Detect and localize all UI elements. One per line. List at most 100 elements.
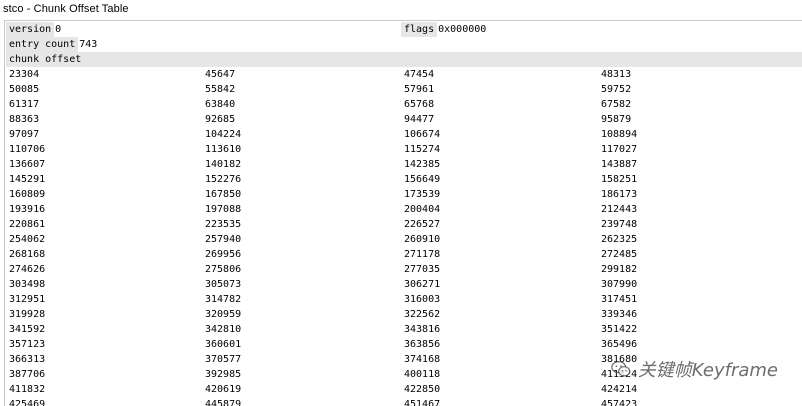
chunk-offset-cell: 117027 [601, 144, 638, 155]
chunk-offset-table-panel: version 0 flags 0x000000 entry count 743 ch… [4, 20, 802, 406]
table-row: 50085 55842 57961 59752 [5, 82, 802, 97]
table-row: 319928 320959 322562 339346 [5, 307, 802, 322]
chunk-offset-cell: 220861 [9, 219, 46, 230]
chunk-offset-cell: 115274 [404, 144, 441, 155]
chunk-offset-cell: 457423 [601, 399, 638, 406]
chunk-offset-cell: 299182 [601, 264, 638, 275]
chunk-offset-cell: 387706 [9, 369, 46, 380]
chunk-offset-cell: 400118 [404, 369, 441, 380]
table-row: 220861 223535 226527 239748 [5, 217, 802, 232]
chunk-offset-cell: 92685 [205, 114, 236, 125]
version-row: version 0 [6, 22, 61, 37]
chunk-offset-cell: 277035 [404, 264, 441, 275]
chunk-offset-cell: 57961 [404, 84, 435, 95]
table-row: 97097 104224 106674 108894 [5, 127, 802, 142]
chunk-offset-cell: 113610 [205, 144, 242, 155]
table-row: 136607 140182 142385 143887 [5, 157, 802, 172]
chunk-offset-cell: 239748 [601, 219, 638, 230]
table-row: 145291 152276 156649 158251 [5, 172, 802, 187]
chunk-offset-cell: 167850 [205, 189, 242, 200]
table-row: 160809 167850 173539 186173 [5, 187, 802, 202]
chunk-offset-cell: 272485 [601, 249, 638, 260]
chunk-offset-cell: 95879 [601, 114, 632, 125]
chunk-offset-cell: 47454 [404, 69, 435, 80]
chunk-offset-cell: 374168 [404, 354, 441, 365]
chunk-offset-cell: 268168 [9, 249, 46, 260]
chunk-offset-cell: 65768 [404, 99, 435, 110]
chunk-offset-cell: 363856 [404, 339, 441, 350]
chunk-offset-cell: 357123 [9, 339, 46, 350]
chunk-offset-cell: 343816 [404, 324, 441, 335]
chunk-offset-cell: 142385 [404, 159, 441, 170]
chunk-offset-cell: 451467 [404, 399, 441, 406]
table-row: 110706 113610 115274 117027 [5, 142, 802, 157]
chunk-offset-cell: 342810 [205, 324, 242, 335]
chunk-offset-cell: 422850 [404, 384, 441, 395]
wechat-icon [610, 361, 631, 377]
version-value: 0 [55, 24, 62, 35]
chunk-offset-cell: 303498 [9, 279, 46, 290]
chunk-offset-cell: 223535 [205, 219, 242, 230]
table-row: 274626 275806 277035 299182 [5, 262, 802, 277]
chunk-offset-cell: 186173 [601, 189, 638, 200]
chunk-offset-header: chunk offset [6, 52, 802, 67]
chunk-offset-cell: 319928 [9, 309, 46, 320]
chunk-offset-cell: 351422 [601, 324, 638, 335]
chunk-offset-cell: 445879 [205, 399, 242, 406]
chunk-offset-cell: 312951 [9, 294, 46, 305]
chunk-offset-cell: 262325 [601, 234, 638, 245]
table-row: 254062 257940 260910 262325 [5, 232, 802, 247]
chunk-offset-cell: 145291 [9, 174, 46, 185]
chunk-offset-cell: 156649 [404, 174, 441, 185]
chunk-offset-cell: 152276 [205, 174, 242, 185]
entry-count-value: 743 [79, 39, 98, 50]
chunk-offset-cell: 314782 [205, 294, 242, 305]
chunk-offset-cell: 48313 [601, 69, 632, 80]
chunk-offset-cell: 108894 [601, 129, 638, 140]
chunk-offset-cell: 257940 [205, 234, 242, 245]
chunk-offset-cell: 94477 [404, 114, 435, 125]
chunk-offset-cell: 110706 [9, 144, 46, 155]
flags-value: 0x000000 [438, 24, 487, 35]
table-row: 312951 314782 316003 317451 [5, 292, 802, 307]
chunk-offset-label: chunk offset [6, 52, 85, 67]
chunk-offset-cell: 305073 [205, 279, 242, 290]
chunk-offset-cell: 420619 [205, 384, 242, 395]
watermark-text: 关键帧Keyframe [637, 360, 778, 381]
chunk-offset-cell: 50085 [9, 84, 40, 95]
chunk-offset-cell: 23304 [9, 69, 40, 80]
chunk-offset-cell: 360601 [205, 339, 242, 350]
chunk-offset-cell: 59752 [601, 84, 632, 95]
chunk-offset-cell: 226527 [404, 219, 441, 230]
chunk-offset-cell: 63840 [205, 99, 236, 110]
chunk-offset-cell: 275806 [205, 264, 242, 275]
table-row: 357123 360601 363856 365496 [5, 337, 802, 352]
chunk-offset-cell: 212443 [601, 204, 638, 215]
chunk-offset-cell: 370577 [205, 354, 242, 365]
chunk-offset-cell: 67582 [601, 99, 632, 110]
chunk-offset-cell: 425469 [9, 399, 46, 406]
chunk-offset-cell: 88363 [9, 114, 40, 125]
chunk-offset-cell: 193916 [9, 204, 46, 215]
chunk-offset-cell: 307990 [601, 279, 638, 290]
table-row: 61317 63840 65768 67582 [5, 97, 802, 112]
table-row: 23304 45647 47454 48313 [5, 67, 802, 82]
chunk-offset-cell: 136607 [9, 159, 46, 170]
chunk-offset-cell: 104224 [205, 129, 242, 140]
flags-row: flags 0x000000 [401, 22, 486, 37]
table-row: 193916 197088 200404 212443 [5, 202, 802, 217]
chunk-offset-cell: 173539 [404, 189, 441, 200]
chunk-offset-cell: 424214 [601, 384, 638, 395]
window-title: stco - Chunk Offset Table [3, 3, 129, 15]
chunk-offset-cell: 55842 [205, 84, 236, 95]
flags-label: flags [401, 22, 438, 37]
table-row: 411832 420619 422850 424214 [5, 382, 802, 397]
table-row: 341592 342810 343816 351422 [5, 322, 802, 337]
table-row: 88363 92685 94477 95879 [5, 112, 802, 127]
chunk-offset-cell: 306271 [404, 279, 441, 290]
chunk-offset-cell: 160809 [9, 189, 46, 200]
chunk-offset-cell: 322562 [404, 309, 441, 320]
chunk-offset-cell: 339346 [601, 309, 638, 320]
chunk-offset-cell: 158251 [601, 174, 638, 185]
table-row: 268168 269956 271178 272485 [5, 247, 802, 262]
